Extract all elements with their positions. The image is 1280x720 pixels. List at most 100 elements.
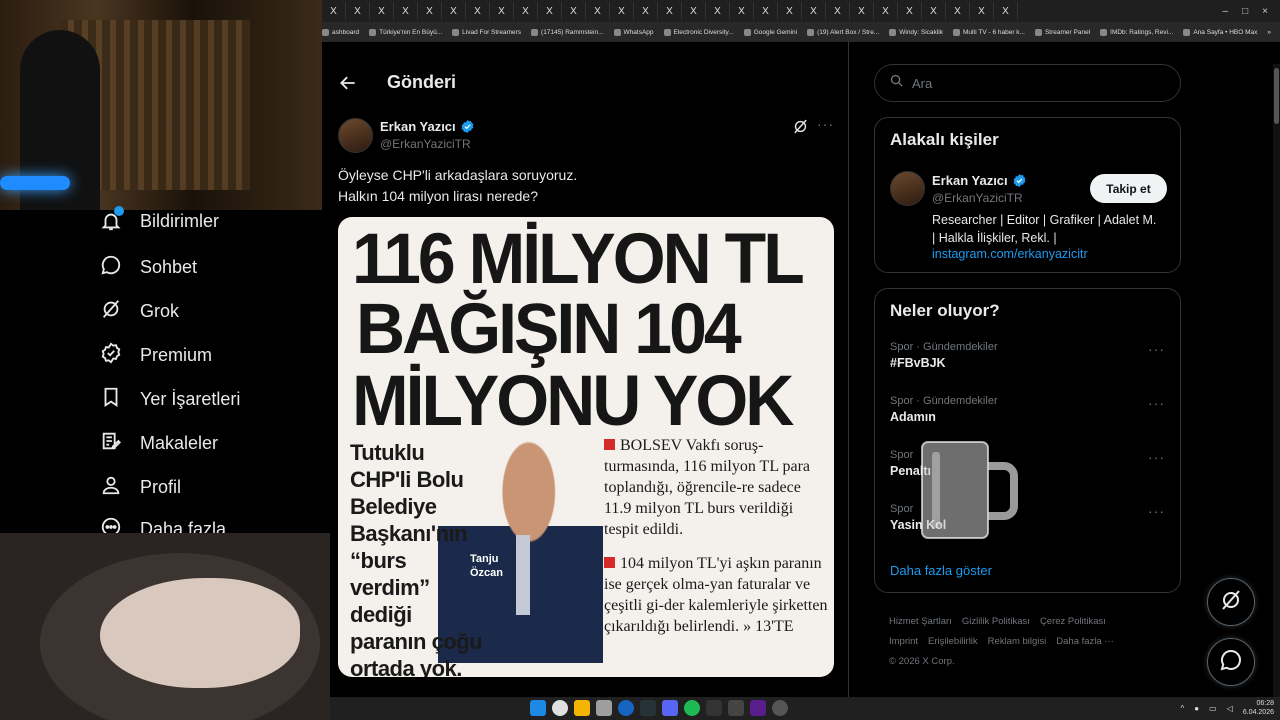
app-icon[interactable] (596, 700, 612, 716)
app-icon[interactable] (750, 700, 766, 716)
tab-close-icon[interactable]: X (426, 6, 433, 17)
browser-tab[interactable]: X (538, 2, 562, 20)
start-icon[interactable] (530, 700, 546, 716)
tab-close-icon[interactable]: X (642, 6, 649, 17)
folder-icon[interactable] (574, 700, 590, 716)
browser-tab[interactable]: X (898, 2, 922, 20)
tab-close-icon[interactable]: X (810, 6, 817, 17)
nav-item-articles[interactable]: Makaleler (100, 430, 218, 457)
app-icon[interactable] (772, 700, 788, 716)
post-more-button[interactable]: ··· (817, 116, 834, 132)
bookmark-item[interactable]: Google Gemini (743, 28, 797, 36)
nav-item-bookmarks[interactable]: Yer İşaretleri (100, 386, 240, 413)
footer-link[interactable]: Daha fazla ··· (1056, 636, 1114, 647)
tab-close-icon[interactable]: X (834, 6, 841, 17)
microphone-icon[interactable]: ● (1194, 704, 1199, 713)
tab-close-icon[interactable]: X (522, 6, 529, 17)
trend-more-button[interactable]: ··· (1148, 503, 1165, 519)
bookmark-item[interactable]: (19) Alert Box / Stre... (807, 28, 879, 36)
bookmark-item[interactable]: Livad For Streamers (452, 28, 521, 36)
tab-close-icon[interactable]: X (354, 6, 361, 17)
tab-close-icon[interactable]: X (666, 6, 673, 17)
network-icon[interactable]: ▭ (1209, 704, 1217, 713)
browser-tab[interactable]: X (322, 2, 346, 20)
maximize-icon[interactable]: □ (1242, 6, 1248, 17)
tab-close-icon[interactable]: X (978, 6, 985, 17)
browser-tab[interactable]: X (346, 2, 370, 20)
nav-item-premium[interactable]: Premium (100, 342, 212, 369)
browser-tab[interactable]: X (682, 2, 706, 20)
grok-floating-button[interactable] (1207, 578, 1255, 626)
browser-tab[interactable]: X (706, 2, 730, 20)
tab-close-icon[interactable]: X (570, 6, 577, 17)
browser-tab[interactable]: X (778, 2, 802, 20)
footer-link[interactable]: Erişilebilirlik (928, 636, 978, 647)
search-box[interactable] (874, 64, 1181, 102)
nav-item-chat[interactable]: Sohbet (100, 254, 197, 281)
tab-close-icon[interactable]: X (738, 6, 745, 17)
trend-more-button[interactable]: ··· (1148, 395, 1165, 411)
bookmark-item[interactable]: Ana Sayfa • HBO Max (1183, 28, 1257, 36)
tab-close-icon[interactable]: X (930, 6, 937, 17)
steam-icon[interactable] (640, 700, 656, 716)
browser-tab[interactable]: X (946, 2, 970, 20)
nav-item-profile[interactable]: Profil (100, 474, 181, 501)
tab-close-icon[interactable]: X (714, 6, 721, 17)
trend-item[interactable]: Spor · Gündemdekiler #FBvBJK ··· (890, 341, 1170, 370)
browser-tab[interactable]: X (418, 2, 442, 20)
spotify-icon[interactable] (684, 700, 700, 716)
volume-icon[interactable]: ◁ (1227, 704, 1233, 713)
tab-close-icon[interactable]: X (618, 6, 625, 17)
tab-close-icon[interactable]: X (690, 6, 697, 17)
bookmark-item[interactable]: Multi TV - 6 haber k... (952, 28, 1025, 36)
tab-close-icon[interactable]: X (954, 6, 961, 17)
messages-floating-button[interactable] (1207, 638, 1255, 686)
tab-close-icon[interactable]: X (402, 6, 409, 17)
browser-tab[interactable]: X (874, 2, 898, 20)
browser-tab[interactable]: X (394, 2, 418, 20)
footer-link[interactable]: Imprint (889, 636, 918, 647)
follow-button[interactable]: Takip et (1090, 174, 1167, 203)
tab-close-icon[interactable]: X (762, 6, 769, 17)
bookmark-item[interactable]: IMDb: Ratings, Revi... (1100, 28, 1173, 36)
author-name[interactable]: Erkan Yazıcı (380, 119, 475, 134)
related-avatar[interactable] (890, 171, 925, 206)
tab-close-icon[interactable]: X (786, 6, 793, 17)
browser-tab[interactable]: X (490, 2, 514, 20)
tab-close-icon[interactable]: X (330, 6, 337, 17)
browser-tab[interactable]: X (562, 2, 586, 20)
browser-tab[interactable]: X (994, 2, 1018, 20)
bookmark-item[interactable]: Electronic Diversity... (663, 28, 734, 36)
grok-explain-icon[interactable] (792, 118, 809, 135)
footer-link[interactable]: Hizmet Şartları (889, 616, 952, 627)
trend-more-button[interactable]: ··· (1148, 449, 1165, 465)
footer-link[interactable]: Reklam bilgisi (988, 636, 1047, 647)
browser-tab[interactable]: X (922, 2, 946, 20)
show-more-link[interactable]: Daha fazla göster (890, 563, 992, 578)
browser-tab[interactable]: X (826, 2, 850, 20)
browser-tab[interactable]: X (970, 2, 994, 20)
bookmark-item[interactable]: Streamer Panel (1034, 28, 1090, 36)
tab-close-icon[interactable]: X (858, 6, 865, 17)
tab-close-icon[interactable]: X (906, 6, 913, 17)
browser-tab[interactable]: X (610, 2, 634, 20)
tab-close-icon[interactable]: X (546, 6, 553, 17)
browser-tab[interactable]: X (634, 2, 658, 20)
search-input[interactable] (912, 75, 1152, 91)
bookmark-item[interactable]: ashboard (322, 28, 359, 36)
bookmark-item[interactable]: (17145) Rammstein... (531, 28, 604, 36)
browser-tab[interactable]: X (514, 2, 538, 20)
bookmarks-overflow-button[interactable]: » (1267, 29, 1271, 36)
tab-close-icon[interactable]: X (882, 6, 889, 17)
author-avatar[interactable] (338, 118, 373, 153)
chevron-up-icon[interactable]: ^ (1181, 704, 1185, 713)
nav-item-grok[interactable]: Grok (100, 298, 179, 325)
epic-games-icon[interactable] (706, 700, 722, 716)
bookmark-item[interactable]: Windy: Sicaklik (889, 28, 943, 36)
minimize-icon[interactable]: – (1223, 6, 1229, 17)
tab-close-icon[interactable]: X (474, 6, 481, 17)
related-link[interactable]: instagram.com/erkanyazicitr (932, 247, 1088, 261)
browser-tab[interactable]: X (754, 2, 778, 20)
bookmark-item[interactable]: Türkiye'nin En Büyü... (369, 28, 442, 36)
tab-close-icon[interactable]: X (378, 6, 385, 17)
